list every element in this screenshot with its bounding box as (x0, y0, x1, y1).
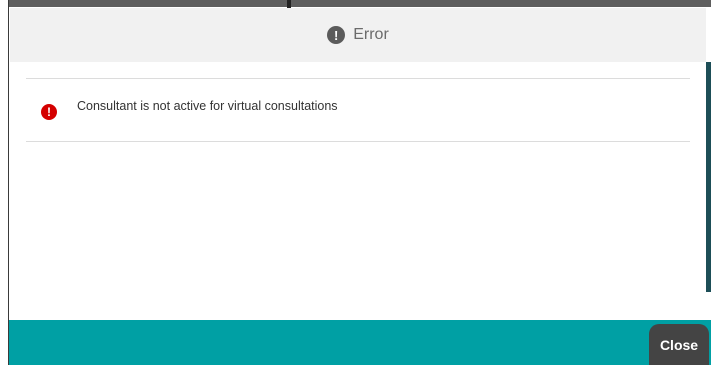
exclamation-circle-icon: ! (327, 26, 346, 44)
divider (26, 78, 690, 79)
error-dialog: ! Error ! Consultant is not active for v… (10, 8, 706, 320)
background-right-panel (706, 62, 711, 292)
background-top-bar (9, 0, 711, 7)
dialog-header: ! Error (10, 8, 706, 62)
background-top-marker (287, 0, 291, 8)
error-icon: ! (41, 104, 57, 120)
background-left-edge (0, 0, 9, 365)
close-button[interactable]: Close (649, 324, 709, 365)
dialog-footer-bar (9, 320, 711, 365)
error-message-row: ! Consultant is not active for virtual c… (41, 98, 338, 120)
divider (26, 141, 690, 142)
screen: ! Error ! Consultant is not active for v… (0, 0, 711, 365)
error-message: Consultant is not active for virtual con… (77, 99, 338, 113)
dialog-title: Error (353, 26, 389, 43)
